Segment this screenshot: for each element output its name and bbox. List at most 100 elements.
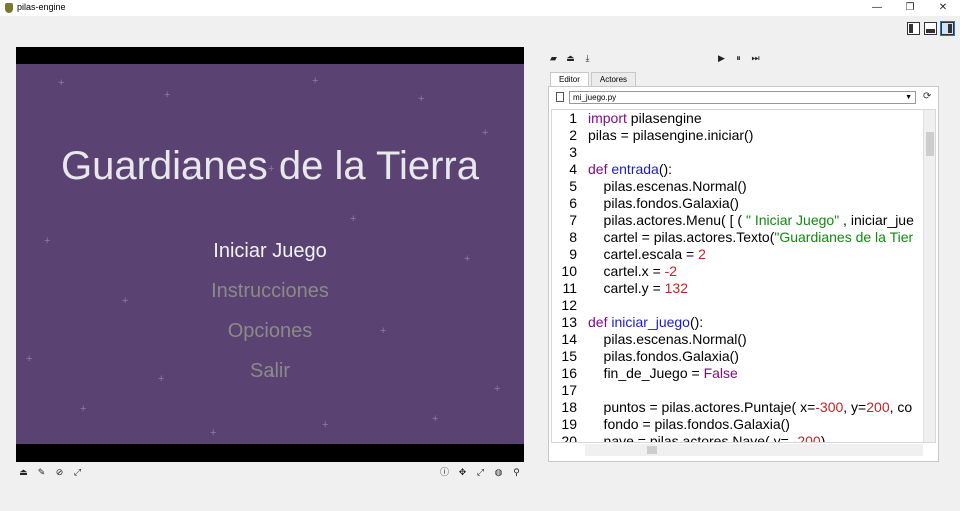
globe-icon[interactable]: ◍ <box>493 467 504 478</box>
code-line: 1 import pilasengine <box>552 110 702 127</box>
pause-icon[interactable]: ⏸ <box>733 53 744 64</box>
code-token: iniciar_juego <box>611 314 690 330</box>
code-token: pilas = pilasengine.iniciar() <box>588 127 754 143</box>
pin-icon[interactable]: ⚲ <box>511 467 522 478</box>
restore-button[interactable]: ❐ <box>895 0 925 16</box>
layout-left-icon[interactable] <box>907 22 920 35</box>
line-number: 9 <box>569 246 577 262</box>
code-line: 11 cartel.y = 132 <box>552 280 688 297</box>
code-token: def <box>588 161 612 177</box>
line-number: 7 <box>569 212 577 228</box>
move-icon[interactable]: ✥ <box>457 467 468 478</box>
line-number: 10 <box>561 263 577 279</box>
line-number: 1 <box>569 110 577 126</box>
title-bar: pilas-engine — ❐ ✕ <box>0 0 960 16</box>
info-icon[interactable]: ⓘ <box>439 467 450 478</box>
code-token: 132 <box>664 280 688 296</box>
file-select[interactable]: mi_juego.py ▼ <box>569 91 916 104</box>
horizontal-scrollbar[interactable] <box>585 444 923 456</box>
code-token: , iniciar_jue <box>839 212 914 228</box>
code-token: puntos = pilas.actores.Puntaje( x= <box>588 399 816 415</box>
code-token: pilasengine <box>626 110 702 126</box>
code-token: ) <box>820 433 826 443</box>
code-token: def <box>588 314 612 330</box>
code-line: 15 pilas.fondos.Galaxia() <box>552 348 739 365</box>
code-token: -2 <box>664 263 678 279</box>
vertical-scrollbar[interactable] <box>923 110 935 442</box>
game-scene[interactable]: + + + + + + + + + + + + + + + + + + + + … <box>16 64 524 444</box>
line-number: 12 <box>561 297 577 313</box>
line-number: 20 <box>561 433 577 443</box>
line-number: 2 <box>569 127 577 143</box>
layout-switcher <box>907 21 955 36</box>
line-number: 6 <box>569 195 577 211</box>
code-token: -200 <box>792 433 821 443</box>
save-icon[interactable]: ⏏ <box>565 53 576 64</box>
code-line: 4 def entrada(): <box>552 161 672 178</box>
menu-item-instrucciones[interactable]: Instrucciones <box>16 280 524 303</box>
close-button[interactable]: ✕ <box>928 0 958 16</box>
code-token: 200 <box>866 399 890 415</box>
line-number: 4 <box>569 161 577 177</box>
layout-right-icon[interactable] <box>940 21 955 36</box>
expand-icon[interactable]: ⤢ <box>72 467 83 478</box>
line-number: 19 <box>561 416 577 432</box>
code-token: -300 <box>815 399 844 415</box>
line-number: 18 <box>561 399 577 415</box>
resize-icon[interactable]: ⤢ <box>475 467 486 478</box>
file-icon <box>556 92 564 102</box>
code-line: 18 puntos = pilas.actores.Puntaje( x=-30… <box>552 399 912 416</box>
playback-controls: ▶ ⏸ ⏭ <box>716 53 761 64</box>
code-token: cartel = pilas.actores.Texto( <box>588 229 775 245</box>
code-token: pilas.escenas.Normal() <box>588 178 747 194</box>
editor-panel: mi_juego.py ▼ ⟳ 20 nave = pilas.actores.… <box>548 86 939 462</box>
code-token: (): <box>658 161 673 177</box>
play-icon[interactable]: ▶ <box>716 53 727 64</box>
code-token: False <box>703 365 738 381</box>
game-title: Guardianes de la Tierra <box>60 144 479 188</box>
line-number: 3 <box>569 144 577 160</box>
forbidden-icon[interactable]: ⊘ <box>54 467 65 478</box>
code-line: 14 pilas.escenas.Normal() <box>552 331 746 348</box>
code-line: 8 cartel = pilas.actores.Texto("Guardian… <box>552 229 913 246</box>
export-icon[interactable]: ⤓ <box>582 53 593 64</box>
wrench-icon[interactable]: ✎ <box>36 467 47 478</box>
chevron-down-icon: ▼ <box>905 94 912 101</box>
line-number: 15 <box>561 348 577 364</box>
line-number: 5 <box>569 178 577 194</box>
line-number: 11 <box>562 280 577 296</box>
code-token: cartel.x = <box>588 263 665 279</box>
minimize-button[interactable]: — <box>862 0 892 16</box>
menu-item-salir[interactable]: Salir <box>16 360 524 383</box>
app-icon <box>5 3 13 13</box>
code-line: 17 <box>552 382 588 399</box>
code-token: , y= <box>843 399 867 415</box>
menu-item-iniciar-juego[interactable]: Iniciar Juego <box>16 240 524 263</box>
left-toolbar: ⏏ ✎ ⊘ ⤢ <box>18 467 83 478</box>
layout-bottom-icon[interactable] <box>924 22 937 35</box>
menu-item-opciones[interactable]: Opciones <box>16 320 524 343</box>
tab-editor[interactable]: Editor <box>550 72 589 86</box>
code-editor[interactable]: 20 nave = pilas.actores.Nave( y= -200) 19… <box>551 109 936 443</box>
tab-actores[interactable]: Actores <box>590 72 637 86</box>
code-token: pilas.fondos.Galaxia() <box>588 348 739 364</box>
reload-icon[interactable]: ⟳ <box>923 91 931 102</box>
code-line: 5 pilas.escenas.Normal() <box>552 178 747 195</box>
code-token: 2 <box>698 246 706 262</box>
editor-tabs: Editor Actores <box>550 72 638 86</box>
code-line: 2 pilas = pilasengine.iniciar() <box>552 127 753 144</box>
code-line: 9 cartel.escala = 2 <box>552 246 706 263</box>
code-token: "Guardianes de la Tier <box>774 229 914 245</box>
open-folder-icon[interactable]: ▰ <box>548 53 559 64</box>
code-line: 10 cartel.x = -2 <box>552 263 677 280</box>
ship-icon[interactable]: ⏏ <box>18 467 29 478</box>
code-line: 6 pilas.fondos.Galaxia() <box>552 195 739 212</box>
code-token: import <box>588 110 627 126</box>
code-token: pilas.fondos.Galaxia() <box>588 195 739 211</box>
game-canvas[interactable]: + + + + + + + + + + + + + + + + + + + + … <box>16 47 524 462</box>
code-token: entrada <box>611 161 659 177</box>
window-title: pilas-engine <box>17 2 66 12</box>
code-token: pilas.actores.Menu( [ ( <box>588 212 746 228</box>
step-icon[interactable]: ⏭ <box>750 53 761 64</box>
line-number: 13 <box>561 314 577 330</box>
